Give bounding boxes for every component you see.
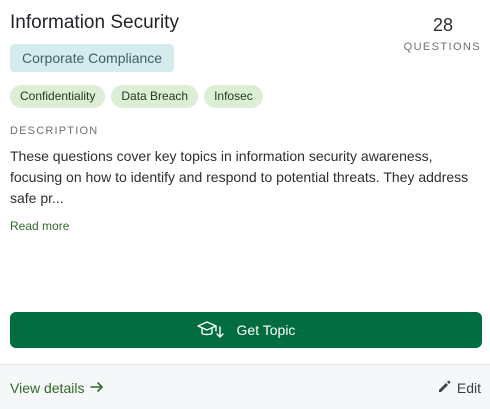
description-label: DESCRIPTION	[10, 125, 99, 137]
arrow-right-icon	[90, 380, 104, 396]
pencil-icon	[438, 380, 451, 396]
edit-label: Edit	[456, 380, 481, 396]
view-details-label: View details	[10, 380, 85, 396]
category-badge: Corporate Compliance	[10, 44, 175, 72]
tag-chip: Data Breach	[111, 85, 199, 108]
get-topic-label: Get Topic	[236, 322, 296, 338]
get-topic-button[interactable]: Get Topic	[10, 312, 482, 348]
description-text: These questions cover key topics in info…	[10, 148, 469, 206]
question-count-label: QUESTIONS	[403, 41, 481, 53]
card-footer: View details Edit	[0, 364, 490, 409]
question-count: 28 QUESTIONS	[391, 15, 481, 53]
tag-chip: Confidentiality	[10, 85, 106, 108]
tag-chip: Infosec	[204, 85, 263, 108]
topic-title: Information Security	[10, 12, 179, 33]
question-count-value: 28	[432, 15, 453, 35]
edit-button[interactable]: Edit	[438, 380, 481, 396]
view-details-link[interactable]: View details	[10, 380, 104, 396]
graduation-cap-download-icon	[196, 320, 225, 340]
read-more-link[interactable]: Read more	[10, 219, 69, 233]
tag-list: Confidentiality Data Breach Infosec	[10, 85, 263, 108]
topic-card: Information Security 28 QUESTIONS Corpor…	[0, 0, 490, 409]
